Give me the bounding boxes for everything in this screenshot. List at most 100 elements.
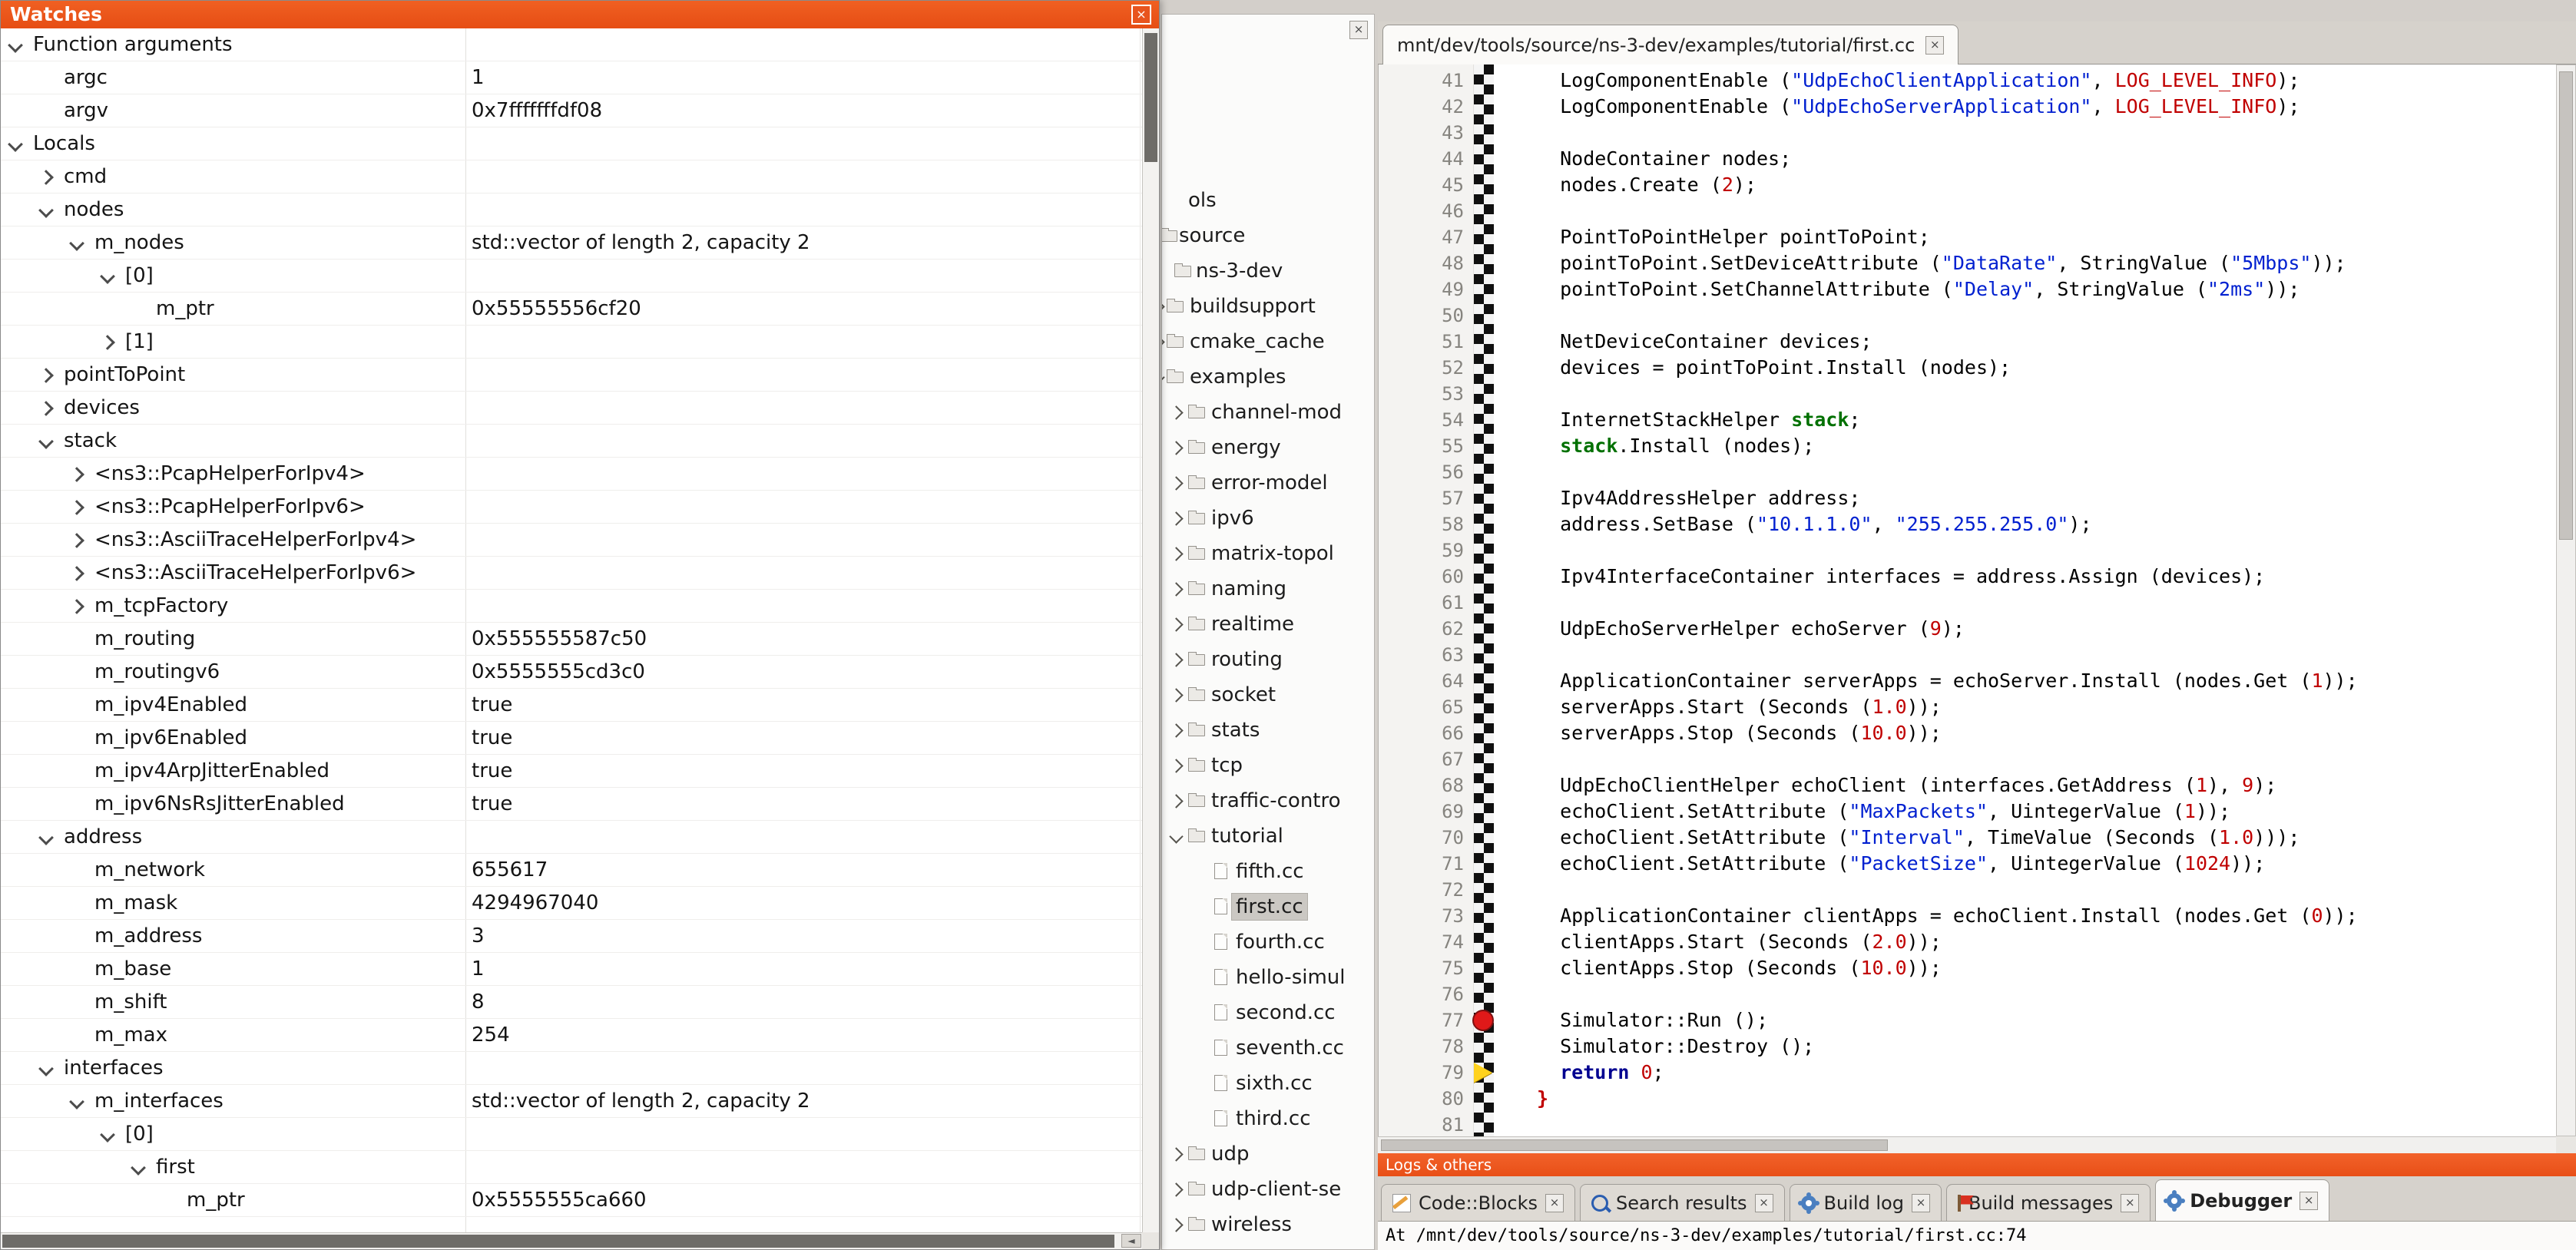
expand-icon[interactable] [1169,511,1183,525]
line-number[interactable]: 59 [1379,537,1473,564]
code-line[interactable] [1537,303,2556,329]
code-line[interactable]: Ipv4AddressHelper address; [1537,485,2556,511]
expand-icon[interactable] [69,566,84,581]
watch-row[interactable]: m_mask4294967040 [1,887,1142,920]
tree-item-stats[interactable]: stats [1162,713,1374,748]
line-number[interactable]: 60 [1379,564,1473,590]
collapse-icon[interactable] [38,1061,54,1076]
code-line[interactable] [1537,537,2556,564]
code-line[interactable]: serverApps.Stop (Seconds (10.0)); [1537,720,2556,746]
line-number[interactable]: 68 [1379,772,1473,799]
code-line[interactable]: LogComponentEnable ("UdpEchoServerApplic… [1537,94,2556,120]
log-tab-code-blocks[interactable]: Code::Blocks× [1381,1184,1575,1221]
log-tab-build-messages[interactable]: Build messages× [1946,1184,2151,1221]
line-number[interactable]: 73 [1379,903,1473,929]
watch-row[interactable]: m_tcpFactory [1,590,1142,623]
line-number[interactable]: 42 [1379,94,1473,120]
watch-row[interactable]: <ns3::PcapHelperForIpv4> [1,458,1142,491]
code-line[interactable]: address.SetBase ("10.1.1.0", "255.255.25… [1537,511,2556,537]
line-number[interactable]: 58 [1379,511,1473,537]
code-line[interactable]: nodes.Create (2); [1537,172,2556,198]
watch-row[interactable]: stack [1,425,1142,458]
code-line[interactable] [1537,1112,2556,1136]
collapse-icon[interactable] [38,203,54,218]
watch-row[interactable]: m_routing0x555555587c50 [1,623,1142,656]
expand-icon[interactable] [69,599,84,614]
code-line[interactable] [1537,590,2556,616]
line-number[interactable]: 44 [1379,146,1473,172]
line-number[interactable]: 61 [1379,590,1473,616]
code-line[interactable]: return 0; [1537,1060,2556,1086]
collapse-icon[interactable] [100,1127,115,1143]
expand-icon[interactable] [100,335,115,350]
expand-icon[interactable] [1169,547,1183,561]
code-line[interactable] [1537,381,2556,407]
code-line[interactable]: ApplicationContainer clientApps = echoCl… [1537,903,2556,929]
log-tab-search-results[interactable]: Search results× [1580,1184,1784,1221]
tree-item-tcp[interactable]: tcp [1162,748,1374,783]
expand-icon[interactable] [69,533,84,548]
tree-item-matrix-topol[interactable]: matrix-topol [1162,536,1374,571]
expand-icon[interactable] [38,401,54,416]
watch-row[interactable]: pointToPoint [1,359,1142,392]
watches-titlebar[interactable]: Watches × [1,1,1159,28]
line-number[interactable]: 80 [1379,1086,1473,1112]
watch-row[interactable]: m_routingv60x5555555cd3c0 [1,656,1142,689]
watch-row[interactable]: [0] [1,1118,1142,1151]
watch-row[interactable]: m_base1 [1,953,1142,986]
line-number[interactable]: 66 [1379,720,1473,746]
watches-close-button[interactable]: × [1131,5,1151,25]
scrollbar-thumb[interactable] [1381,1139,1888,1151]
collapse-icon[interactable] [1161,370,1165,384]
line-number[interactable]: 55 [1379,433,1473,459]
tree-item-examples[interactable]: examples [1162,359,1374,395]
line-number[interactable]: 72 [1379,877,1473,903]
code-line[interactable]: Ipv4InterfaceContainer interfaces = addr… [1537,564,2556,590]
collapse-icon[interactable] [38,830,54,845]
code-line[interactable]: clientApps.Stop (Seconds (10.0)); [1537,955,2556,981]
code-line[interactable]: LogComponentEnable ("UdpEchoClientApplic… [1537,68,2556,94]
tree-item-fifth-cc[interactable]: fifth.cc [1162,854,1374,889]
line-number[interactable]: 71 [1379,851,1473,877]
scrollbar-thumb[interactable] [2,1235,1114,1248]
watch-row[interactable]: cmd [1,160,1142,193]
code-line[interactable]: NetDeviceContainer devices; [1537,329,2556,355]
line-number[interactable]: 57 [1379,485,1473,511]
logs-titlebar[interactable]: Logs & others [1378,1153,2576,1176]
tree-item-sixth-cc[interactable]: sixth.cc [1162,1066,1374,1101]
close-tab-icon[interactable]: × [1755,1194,1773,1212]
code-line[interactable]: } [1537,1086,2556,1112]
code-line[interactable]: NodeContainer nodes; [1537,146,2556,172]
expand-icon[interactable] [1169,405,1183,419]
expand-icon[interactable] [1169,723,1183,737]
code-line[interactable]: echoClient.SetAttribute ("Interval", Tim… [1537,825,2556,851]
collapse-icon[interactable] [8,137,23,152]
scroll-left-button[interactable]: ◄ [1121,1234,1141,1248]
watch-row[interactable]: m_ipv6Enabledtrue [1,722,1142,755]
tree-item-source[interactable]: source [1162,218,1374,253]
watch-row[interactable]: m_interfacesstd::vector of length 2, cap… [1,1085,1142,1118]
line-number[interactable]: 48 [1379,250,1473,276]
tree-item-tutorial[interactable]: tutorial [1162,818,1374,854]
expand-icon[interactable] [1169,759,1183,772]
tree-item-ipv6[interactable]: ipv6 [1162,501,1374,536]
tree-item-traffic-contro[interactable]: traffic-contro [1162,783,1374,818]
code-line[interactable]: stack.Install (nodes); [1537,433,2556,459]
expand-icon[interactable] [1169,476,1183,490]
line-number[interactable]: 45 [1379,172,1473,198]
watch-row[interactable]: interfaces [1,1052,1142,1085]
line-number[interactable]: 78 [1379,1033,1473,1060]
line-number[interactable]: 69 [1379,799,1473,825]
line-number[interactable]: 46 [1379,198,1473,224]
line-number[interactable]: 81 [1379,1112,1473,1136]
code-line[interactable]: clientApps.Start (Seconds (2.0)); [1537,929,2556,955]
line-number[interactable]: 76 [1379,981,1473,1007]
code-line[interactable] [1537,642,2556,668]
expand-icon[interactable] [1169,688,1183,702]
watch-row[interactable]: argc1 [1,61,1142,94]
tree-item-naming[interactable]: naming [1162,571,1374,607]
expand-icon[interactable] [1169,1147,1183,1161]
close-tab-icon[interactable]: × [2300,1192,2318,1210]
project-close-button[interactable]: × [1349,21,1368,39]
code-line[interactable]: Simulator::Destroy (); [1537,1033,2556,1060]
